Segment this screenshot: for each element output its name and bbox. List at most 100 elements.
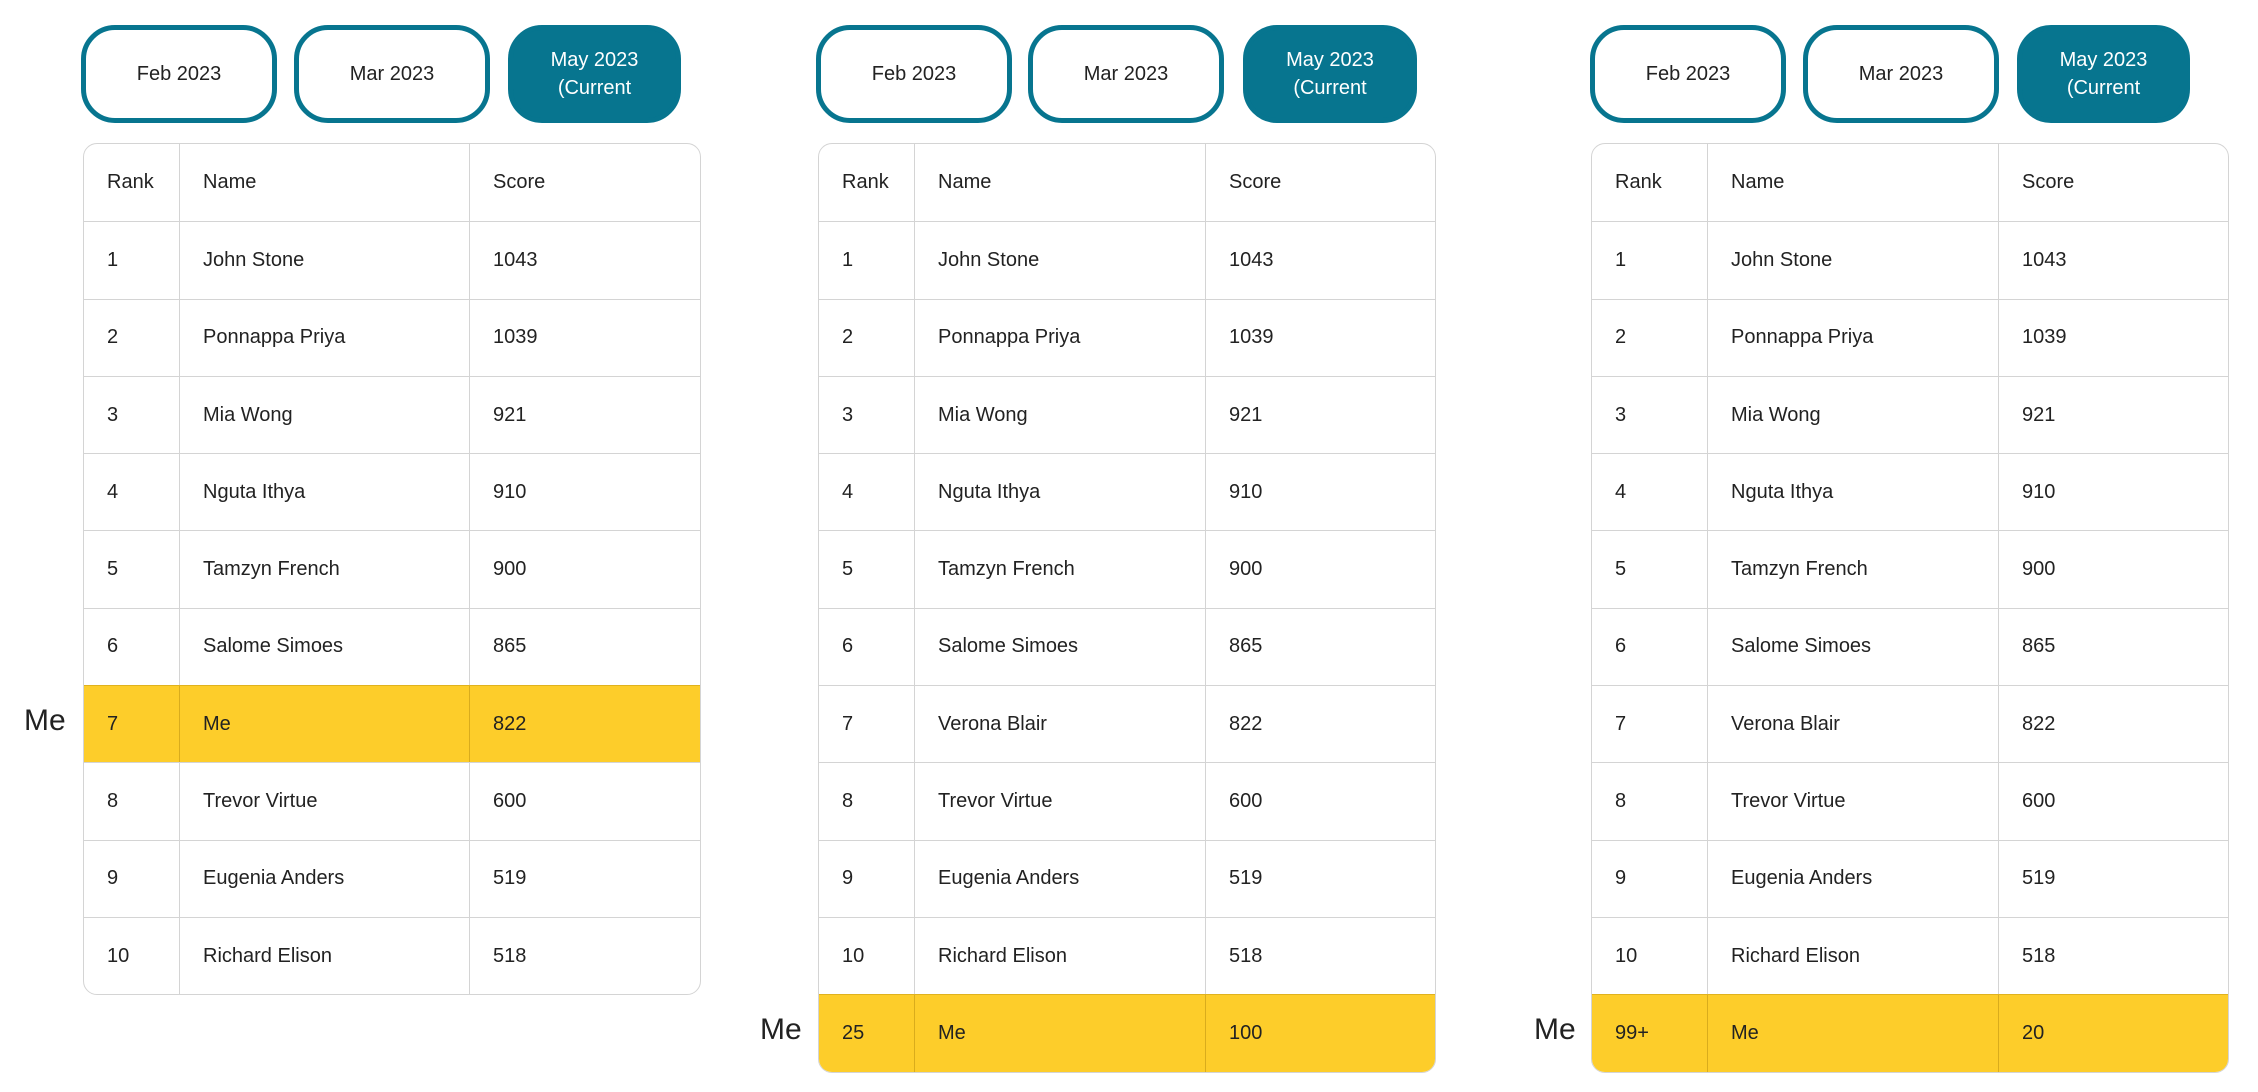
table-row: 10Richard Elison518 [819, 917, 1435, 994]
table-row: 9Eugenia Anders519 [84, 840, 700, 917]
name-cell: Me [914, 995, 1205, 1071]
name-cell: Tamzyn French [1707, 531, 1998, 607]
tab-label: Mar 2023 [1084, 60, 1169, 88]
table-row: 8Trevor Virtue600 [84, 762, 700, 839]
column-header-score: Score [469, 144, 700, 221]
name-cell: Mia Wong [914, 377, 1205, 453]
rank-cell: 4 [819, 454, 914, 530]
me-row-label: Me [1534, 1013, 1576, 1047]
column-header-score: Score [1998, 144, 2228, 221]
leaderboard-table: RankNameScore1John Stone10432Ponnappa Pr… [818, 143, 1436, 1073]
name-cell: Richard Elison [914, 918, 1205, 994]
tab-may-2023[interactable]: May 2023 (Current [2017, 25, 2190, 123]
rank-cell: 2 [819, 300, 914, 376]
score-cell: 822 [1998, 686, 2228, 762]
rank-cell: 1 [819, 222, 914, 298]
rank-cell: 7 [84, 686, 179, 762]
rank-cell: 7 [819, 686, 914, 762]
name-cell: Eugenia Anders [179, 841, 469, 917]
name-cell: Trevor Virtue [914, 763, 1205, 839]
table-row: 6Salome Simoes865 [1592, 608, 2228, 685]
score-cell: 910 [1998, 454, 2228, 530]
tab-may-2023[interactable]: May 2023 (Current [1243, 25, 1417, 123]
tab-feb-2023[interactable]: Feb 2023 [81, 25, 277, 123]
table-row: 2Ponnappa Priya1039 [1592, 299, 2228, 376]
table-row: 5Tamzyn French900 [84, 530, 700, 607]
name-cell: Salome Simoes [914, 609, 1205, 685]
name-cell: Nguta Ithya [179, 454, 469, 530]
score-cell: 865 [469, 609, 700, 685]
score-cell: 910 [469, 454, 700, 530]
rank-cell: 1 [84, 222, 179, 298]
tab-mar-2023[interactable]: Mar 2023 [1028, 25, 1224, 123]
table-row: 7Verona Blair822 [819, 685, 1435, 762]
name-cell: Tamzyn French [179, 531, 469, 607]
score-cell: 1043 [469, 222, 700, 298]
table-row: 5Tamzyn French900 [819, 530, 1435, 607]
rank-cell: 6 [84, 609, 179, 685]
column-header-rank: Rank [819, 144, 914, 221]
tab-mar-2023[interactable]: Mar 2023 [1803, 25, 1999, 123]
rank-cell: 2 [1592, 300, 1707, 376]
tab-feb-2023[interactable]: Feb 2023 [816, 25, 1012, 123]
score-cell: 518 [469, 918, 700, 994]
column-header-name: Name [914, 144, 1205, 221]
table-header-row: RankNameScore [84, 144, 700, 221]
rank-cell: 9 [84, 841, 179, 917]
table-header-row: RankNameScore [1592, 144, 2228, 221]
score-cell: 600 [1998, 763, 2228, 839]
name-cell: Ponnappa Priya [914, 300, 1205, 376]
score-cell: 900 [469, 531, 700, 607]
rank-cell: 8 [1592, 763, 1707, 839]
table-row: 6Salome Simoes865 [84, 608, 700, 685]
score-cell: 921 [469, 377, 700, 453]
score-cell: 822 [1205, 686, 1435, 762]
tab-label: Mar 2023 [350, 60, 435, 88]
rank-cell: 5 [1592, 531, 1707, 607]
score-cell: 20 [1998, 995, 2228, 1071]
me-row-label: Me [24, 704, 66, 738]
score-cell: 519 [1998, 841, 2228, 917]
table-row-me: 25Me100 [819, 994, 1435, 1071]
score-cell: 600 [1205, 763, 1435, 839]
column-header-name: Name [179, 144, 469, 221]
table-row: 4Nguta Ithya910 [84, 453, 700, 530]
tab-label: Feb 2023 [137, 60, 222, 88]
name-cell: Trevor Virtue [179, 763, 469, 839]
rank-cell: 8 [84, 763, 179, 839]
name-cell: Richard Elison [179, 918, 469, 994]
leaderboard-table: RankNameScore1John Stone10432Ponnappa Pr… [83, 143, 701, 995]
score-cell: 1043 [1998, 222, 2228, 298]
tab-label: May 2023 (Current [1286, 46, 1374, 102]
rank-cell: 5 [819, 531, 914, 607]
table-row: 10Richard Elison518 [1592, 917, 2228, 994]
rank-cell: 4 [1592, 454, 1707, 530]
table-row: 3Mia Wong921 [819, 376, 1435, 453]
name-cell: Eugenia Anders [1707, 841, 1998, 917]
name-cell: Salome Simoes [179, 609, 469, 685]
table-row: 4Nguta Ithya910 [819, 453, 1435, 530]
rank-cell: 4 [84, 454, 179, 530]
tab-label: Mar 2023 [1859, 60, 1944, 88]
name-cell: John Stone [179, 222, 469, 298]
score-cell: 822 [469, 686, 700, 762]
score-cell: 910 [1205, 454, 1435, 530]
rank-cell: 6 [819, 609, 914, 685]
name-cell: Verona Blair [1707, 686, 1998, 762]
rank-cell: 10 [84, 918, 179, 994]
column-header-rank: Rank [1592, 144, 1707, 221]
tab-may-2023[interactable]: May 2023 (Current [508, 25, 681, 123]
name-cell: Nguta Ithya [914, 454, 1205, 530]
rank-cell: 3 [84, 377, 179, 453]
score-cell: 600 [469, 763, 700, 839]
table-row-me: 99+Me20 [1592, 994, 2228, 1071]
score-cell: 865 [1998, 609, 2228, 685]
rank-cell: 99+ [1592, 995, 1707, 1071]
tab-mar-2023[interactable]: Mar 2023 [294, 25, 490, 123]
name-cell: Me [179, 686, 469, 762]
tab-feb-2023[interactable]: Feb 2023 [1590, 25, 1786, 123]
rank-cell: 7 [1592, 686, 1707, 762]
name-cell: Trevor Virtue [1707, 763, 1998, 839]
name-cell: Richard Elison [1707, 918, 1998, 994]
name-cell: Me [1707, 995, 1998, 1071]
